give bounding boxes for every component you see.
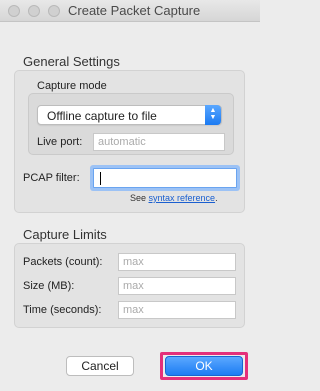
text-caret: [100, 172, 101, 185]
pcap-filter-input[interactable]: [93, 168, 237, 188]
time-label: Time (seconds):: [23, 304, 102, 316]
minimize-window-icon[interactable]: [28, 5, 40, 17]
syntax-hint-prefix: See: [130, 193, 149, 203]
title-bar: Create Packet Capture: [0, 0, 260, 22]
capture-limits-title: Capture Limits: [23, 227, 107, 242]
live-port-label: Live port:: [37, 136, 83, 148]
zoom-window-icon[interactable]: [48, 5, 60, 17]
syntax-hint: See syntax reference.: [130, 193, 218, 203]
packets-label: Packets (count):: [23, 256, 103, 268]
size-label: Size (MB):: [23, 280, 75, 292]
ok-button[interactable]: OK: [165, 356, 243, 376]
live-port-input[interactable]: automatic: [93, 133, 225, 151]
create-packet-capture-dialog: Create Packet Capture General Settings C…: [0, 0, 260, 391]
pcap-filter-label: PCAP filter:: [23, 172, 80, 184]
syntax-reference-link[interactable]: syntax reference: [149, 193, 216, 203]
size-input[interactable]: max: [118, 277, 236, 295]
cancel-button[interactable]: Cancel: [66, 356, 134, 376]
window-title: Create Packet Capture: [68, 3, 201, 18]
syntax-hint-suffix: .: [215, 193, 218, 203]
packets-input[interactable]: max: [118, 253, 236, 271]
chevron-up-down-icon: ▲ ▼: [205, 105, 221, 125]
time-input[interactable]: max: [118, 301, 236, 319]
general-settings-title: General Settings: [23, 54, 120, 69]
close-window-icon[interactable]: [8, 5, 20, 17]
capture-mode-select[interactable]: Offline capture to file ▲ ▼: [37, 105, 222, 125]
capture-mode-title: Capture mode: [37, 80, 107, 92]
capture-mode-value: Offline capture to file: [47, 109, 157, 123]
